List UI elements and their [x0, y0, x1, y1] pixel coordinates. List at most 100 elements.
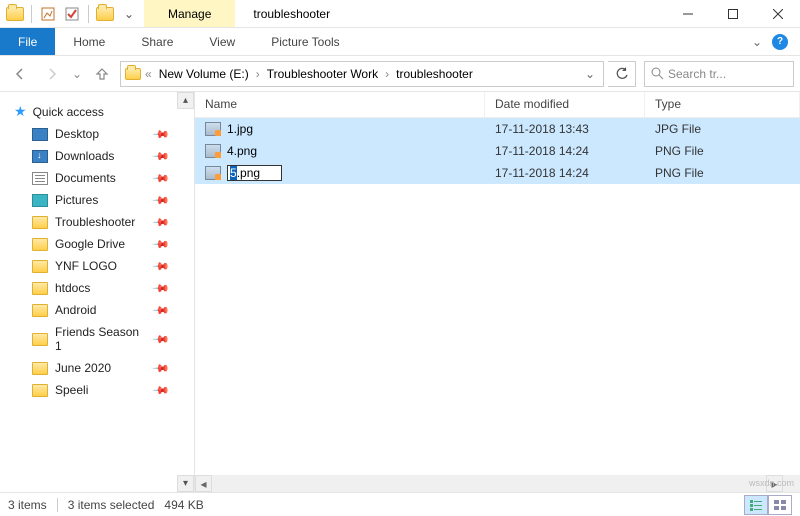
refresh-button[interactable] — [608, 61, 636, 87]
folder-icon — [32, 260, 48, 273]
column-header-type[interactable]: Type — [645, 92, 800, 117]
folder-open-icon[interactable] — [94, 3, 116, 25]
address-bar[interactable]: « New Volume (E:) › Troubleshooter Work … — [120, 61, 604, 87]
close-button[interactable] — [755, 0, 800, 28]
horizontal-scrollbar[interactable]: ◂ ▸ — [195, 475, 783, 492]
breadcrumb-segment[interactable]: New Volume (E:) — [156, 67, 252, 81]
breadcrumb-segment[interactable]: troubleshooter — [393, 67, 476, 81]
file-row[interactable]: 5.png 17-11-2018 14:24 PNG File — [195, 162, 800, 184]
sidebar-item-label: Documents — [55, 171, 116, 185]
scroll-up-button[interactable]: ▴ — [177, 92, 194, 109]
watermark: wsxdn.com — [749, 478, 794, 488]
folder-icon[interactable] — [4, 3, 26, 25]
folder-icon — [125, 68, 141, 80]
context-tab-manage[interactable]: Manage — [144, 0, 235, 27]
address-dropdown-icon[interactable]: ⌄ — [581, 67, 599, 81]
sidebar-item-label: Pictures — [55, 193, 98, 207]
sidebar-item[interactable]: Google Drive 📌 — [10, 233, 194, 255]
chevron-right-icon[interactable]: › — [383, 67, 391, 81]
checkbox-icon[interactable] — [61, 3, 83, 25]
window-title: troubleshooter — [235, 7, 330, 21]
sidebar-item[interactable]: YNF LOGO 📌 — [10, 255, 194, 277]
status-selection-count: 3 items selected — [68, 498, 155, 512]
pin-icon: 📌 — [152, 147, 171, 166]
search-placeholder: Search tr... — [668, 67, 726, 81]
quick-access-label: Quick access — [33, 105, 104, 119]
scroll-down-button[interactable]: ▾ — [177, 475, 194, 492]
sidebar-item-label: Troubleshooter — [55, 215, 135, 229]
tab-home[interactable]: Home — [55, 28, 123, 55]
docs-icon — [32, 172, 48, 185]
quick-access-header[interactable]: ★ Quick access — [10, 100, 194, 123]
pics-icon — [32, 194, 48, 207]
column-header-date[interactable]: Date modified — [485, 92, 645, 117]
title-bar: ⌄ Manage troubleshooter — [0, 0, 800, 28]
file-name: 1.jpg — [227, 122, 253, 136]
image-file-icon — [205, 122, 221, 136]
breadcrumb-segment[interactable]: Troubleshooter Work — [264, 67, 381, 81]
sidebar-item[interactable]: Android 📌 — [10, 299, 194, 321]
status-bar: 3 items 3 items selected 494 KB — [0, 492, 800, 516]
quick-access-toolbar: ⌄ — [0, 3, 144, 25]
ribbon-expand-icon[interactable]: ⌄ — [752, 35, 762, 49]
sidebar-item-label: htdocs — [55, 281, 90, 295]
scroll-left-icon[interactable]: ◂ — [195, 475, 212, 492]
sidebar-item[interactable]: Desktop 📌 — [10, 123, 194, 145]
pin-icon: 📌 — [152, 257, 171, 276]
sidebar-item[interactable]: htdocs 📌 — [10, 277, 194, 299]
pin-icon: 📌 — [152, 301, 171, 320]
folder-icon — [32, 333, 48, 346]
sidebar-item[interactable]: Pictures 📌 — [10, 189, 194, 211]
folder-icon — [32, 362, 48, 375]
breadcrumb-overflow[interactable]: « — [143, 67, 154, 81]
pin-icon: 📌 — [152, 235, 171, 254]
sidebar-item[interactable]: Troubleshooter 📌 — [10, 211, 194, 233]
star-icon: ★ — [14, 103, 27, 120]
image-file-icon — [205, 144, 221, 158]
pin-icon: 📌 — [152, 169, 171, 188]
tab-file[interactable]: File — [0, 28, 55, 55]
folder-icon — [32, 304, 48, 317]
qat-dropdown-icon[interactable]: ⌄ — [118, 3, 140, 25]
tab-share[interactable]: Share — [123, 28, 191, 55]
sidebar-item[interactable]: Friends Season 1 📌 — [10, 321, 194, 357]
recent-dropdown-icon[interactable]: ⌄ — [70, 60, 84, 88]
pin-icon: 📌 — [152, 279, 171, 298]
sidebar-item-label: Android — [55, 303, 96, 317]
pin-icon: 📌 — [152, 213, 171, 232]
minimize-button[interactable] — [665, 0, 710, 28]
folder-icon — [32, 238, 48, 251]
maximize-button[interactable] — [710, 0, 755, 28]
properties-icon[interactable] — [37, 3, 59, 25]
search-input[interactable]: Search tr... — [644, 61, 794, 87]
navigation-bar: ⌄ « New Volume (E:) › Troubleshooter Wor… — [0, 56, 800, 92]
down-icon — [32, 150, 48, 163]
forward-button[interactable] — [38, 60, 66, 88]
chevron-right-icon[interactable]: › — [254, 67, 262, 81]
rename-input[interactable]: 5.png — [227, 165, 282, 181]
tab-picture-tools[interactable]: Picture Tools — [253, 28, 357, 55]
status-item-count: 3 items — [8, 498, 47, 512]
view-details-button[interactable] — [744, 495, 768, 515]
sidebar-item[interactable]: June 2020 📌 — [10, 357, 194, 379]
image-file-icon — [205, 166, 221, 180]
file-list-pane: Name Date modified Type 1.jpg 17-11-2018… — [195, 92, 800, 492]
tab-view[interactable]: View — [191, 28, 253, 55]
file-row[interactable]: 4.png 17-11-2018 14:24 PNG File — [195, 140, 800, 162]
up-button[interactable] — [88, 60, 116, 88]
sidebar-item-label: Speeli — [55, 383, 88, 397]
sidebar-item[interactable]: Speeli 📌 — [10, 379, 194, 401]
sidebar-item[interactable]: Documents 📌 — [10, 167, 194, 189]
help-icon[interactable]: ? — [772, 34, 788, 50]
file-type: PNG File — [645, 166, 800, 180]
column-header-name[interactable]: Name — [195, 92, 485, 117]
file-row[interactable]: 1.jpg 17-11-2018 13:43 JPG File — [195, 118, 800, 140]
file-name: 4.png — [227, 144, 257, 158]
pin-icon: 📌 — [152, 125, 171, 144]
pin-icon: 📌 — [152, 191, 171, 210]
sidebar-item[interactable]: Downloads 📌 — [10, 145, 194, 167]
navigation-pane: ▴ ★ Quick access Desktop 📌 Downloads 📌 D… — [0, 92, 195, 492]
folder-icon — [32, 384, 48, 397]
view-thumbnails-button[interactable] — [768, 495, 792, 515]
back-button[interactable] — [6, 60, 34, 88]
